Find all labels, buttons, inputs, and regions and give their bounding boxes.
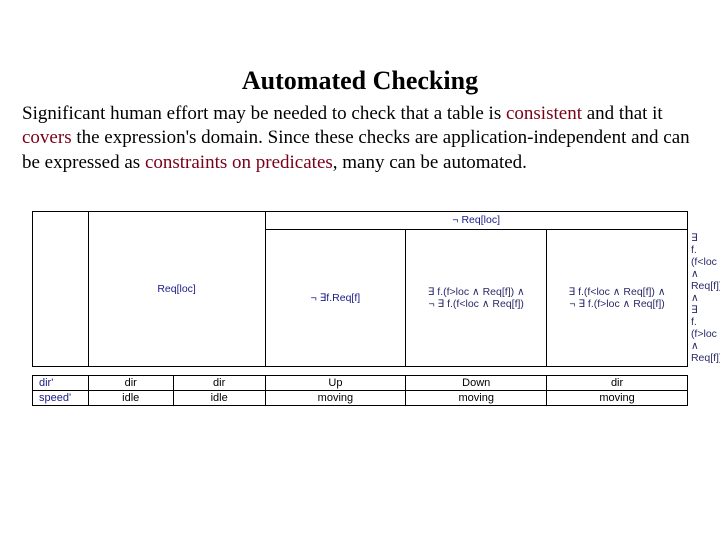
val-rowhead-dir: dir' [33, 375, 89, 390]
val-cell: moving [406, 390, 547, 405]
formula-line: ∃ f.(f<loc ∧ Req[f]) ∧ [691, 232, 720, 304]
val-cell: Up [265, 375, 406, 390]
page-title: Automated Checking [22, 66, 698, 96]
formula-line: ∃ f.(f<loc ∧ Req[f]) ∧ [569, 286, 666, 298]
formula-line: ¬ ∃ f.(f<loc ∧ Req[f]) [429, 298, 524, 310]
formula-line: ∃ f.(f>loc ∧ Req[f]) ∧ [428, 286, 525, 298]
val-cell: dir [547, 375, 688, 390]
emph-constraints: constraints on predicates [145, 152, 333, 173]
pred-header-not-reqloc: ¬ Req[loc] [265, 211, 687, 229]
pred-cell-1: ∃ f.(f>loc ∧ Req[f]) ∧ ¬ ∃ f.(f<loc ∧ Re… [406, 229, 547, 366]
val-cell: Down [406, 375, 547, 390]
val-cell: moving [265, 390, 406, 405]
emph-consistent: consistent [506, 103, 582, 124]
pred-col-noexists: ¬ ∃f.Req[f] [265, 229, 406, 366]
pred-header-reqloc: Req[loc] [88, 211, 265, 366]
body-paragraph: Significant human effort may be needed t… [22, 102, 698, 175]
val-rowhead-speed: speed' [33, 390, 89, 405]
text-run: Significant human effort may be needed t… [22, 103, 506, 124]
pred-cell-2: ∃ f.(f<loc ∧ Req[f]) ∧ ¬ ∃ f.(f>loc ∧ Re… [547, 229, 688, 366]
val-cell: moving [547, 390, 688, 405]
formula-line: ∃ f.(f>loc ∧ Req[f]) [691, 304, 720, 364]
emph-covers: covers [22, 127, 72, 148]
text-run: and that it [582, 103, 663, 124]
val-cell: dir [173, 375, 265, 390]
formula-line: ¬ ∃ f.(f>loc ∧ Req[f]) [569, 298, 664, 310]
val-cell: idle [88, 390, 173, 405]
text-run: , many can be automated. [333, 152, 527, 173]
value-table: dir' dir dir Up Down dir speed' idle idl… [32, 375, 688, 406]
val-cell: idle [173, 390, 265, 405]
predicate-table: Req[loc] ¬ Req[loc] ¬ ∃f.Req[f] ∃ f.(f>l… [32, 211, 688, 367]
val-cell: dir [88, 375, 173, 390]
